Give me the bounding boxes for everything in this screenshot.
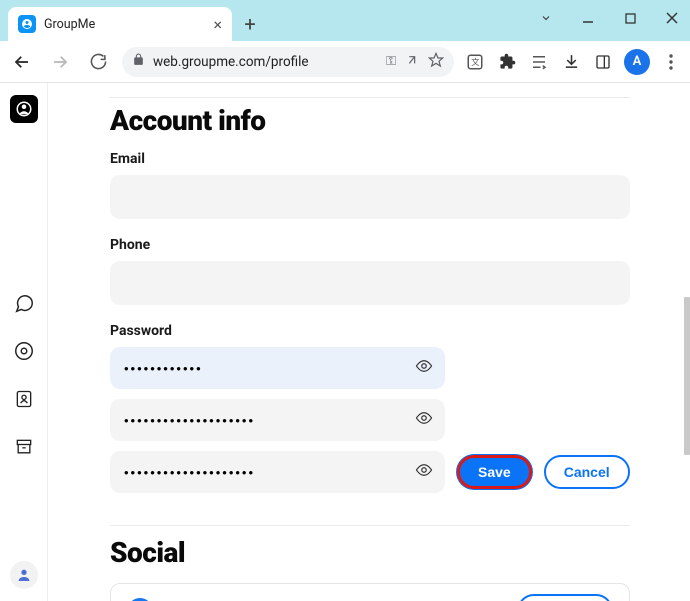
cancel-button[interactable]: Cancel [544,455,630,489]
email-field[interactable] [110,175,630,219]
window-titlebar: GroupMe × + [0,0,690,41]
panel-icon[interactable] [592,51,614,73]
profile-main: Account info Email Phone Password [48,83,690,601]
new-password-field[interactable] [110,399,445,441]
bookmark-icon[interactable] [428,52,444,72]
share-icon[interactable] [404,52,420,72]
app-sidebar [0,83,48,601]
forward-button[interactable] [46,48,74,76]
maximize-icon[interactable] [618,6,642,30]
groupme-favicon [18,15,36,33]
facebook-connect-button[interactable]: Connect [517,594,613,601]
browser-toolbar: web.groupme.com/profile ⚿ 文 A [0,41,690,83]
eye-icon[interactable] [415,357,433,379]
translate-icon[interactable]: 文 [464,51,486,73]
minimize-icon[interactable] [576,6,600,30]
close-tab-icon[interactable]: × [213,15,222,34]
browser-tab[interactable]: GroupMe × [8,7,232,41]
close-window-icon[interactable] [660,6,684,30]
email-label: Email [110,151,630,167]
svg-text:文: 文 [471,57,479,68]
archive-icon[interactable] [12,435,36,459]
dropdown-caret-icon[interactable] [534,6,558,30]
extensions-icon[interactable] [496,51,518,73]
address-bar[interactable]: web.groupme.com/profile ⚿ [122,47,454,77]
current-password-field[interactable] [110,347,445,389]
scrollbar-thumb[interactable] [684,297,690,455]
contacts-icon[interactable] [12,387,36,411]
profile-avatar[interactable]: A [624,49,650,75]
key-icon[interactable]: ⚿ [386,54,396,69]
reading-list-icon[interactable] [528,51,550,73]
confirm-password-field[interactable] [110,451,445,493]
facebook-row: f Facebook Connect [110,583,630,601]
new-tab-button[interactable]: + [236,10,264,38]
chats-icon[interactable] [12,291,36,315]
reload-button[interactable] [84,48,112,76]
tab-title: GroupMe [44,17,205,32]
divider [110,525,630,526]
account-info-heading: Account info [110,104,630,137]
phone-field[interactable] [110,261,630,305]
password-label: Password [110,323,630,339]
window-controls [534,6,684,30]
eye-icon[interactable] [415,461,433,483]
user-status-icon[interactable] [10,561,38,589]
groupme-logo[interactable] [10,95,38,123]
back-button[interactable] [8,48,36,76]
save-button[interactable]: Save [457,455,532,489]
lock-icon [132,53,145,70]
eye-icon[interactable] [415,409,433,431]
download-icon[interactable] [560,51,582,73]
phone-label: Phone [110,237,630,253]
discover-icon[interactable] [12,339,36,363]
social-heading: Social [110,536,630,569]
url-text: web.groupme.com/profile [153,54,378,70]
kebab-menu-icon[interactable] [660,51,682,73]
